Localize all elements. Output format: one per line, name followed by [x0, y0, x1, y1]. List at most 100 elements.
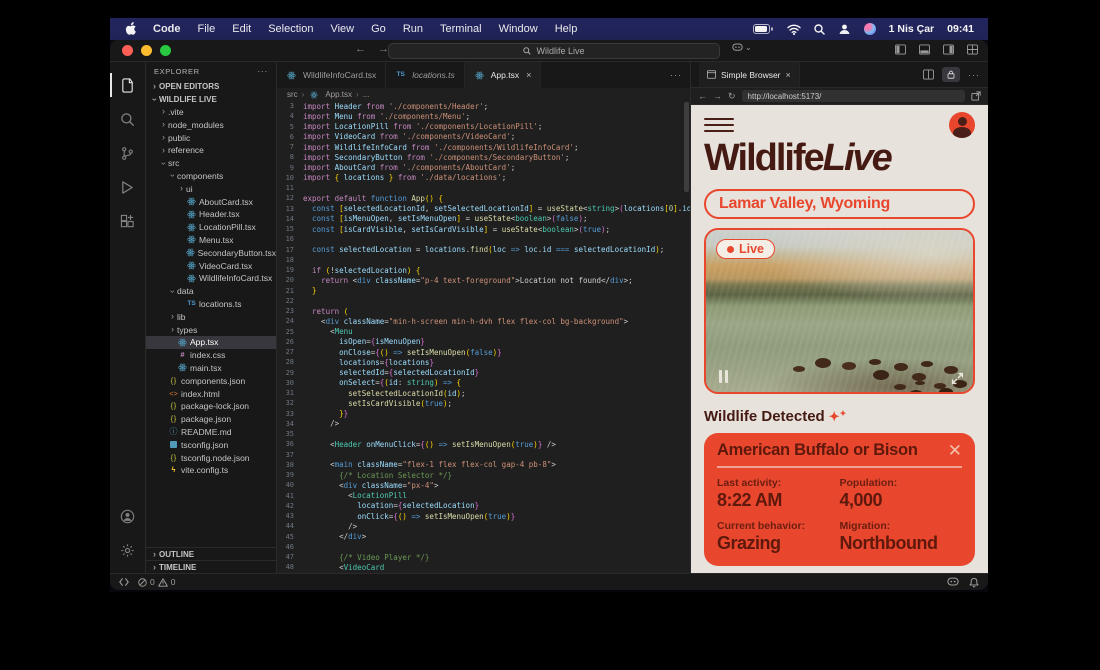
tree-item-secondarybutton-tsx[interactable]: SecondaryButton.tsx	[146, 246, 276, 259]
tree-item-index-css[interactable]: #index.css	[146, 349, 276, 362]
menubar-item-go[interactable]: Go	[371, 23, 386, 35]
tree-item-wildlife-live[interactable]: ›WILDLIFE LIVE	[146, 93, 276, 106]
wifi-icon[interactable]	[787, 24, 801, 35]
tree-item-public[interactable]: ›public	[146, 131, 276, 144]
tree-item-locationpill-tsx[interactable]: LocationPill.tsx	[146, 221, 276, 234]
settings-gear-icon[interactable]	[110, 533, 146, 567]
run-debug-icon[interactable]	[110, 170, 146, 204]
close-window-button[interactable]	[122, 45, 133, 56]
browser-back-icon[interactable]: ←	[698, 92, 707, 101]
apple-logo[interactable]	[124, 22, 136, 36]
tree-item-menu-tsx[interactable]: Menu.tsx	[146, 234, 276, 247]
tree-item-index-html[interactable]: <>index.html	[146, 387, 276, 400]
tree-item-src[interactable]: ›src	[146, 157, 276, 170]
toggle-secondary-sidebar-icon[interactable]	[943, 44, 954, 55]
tree-item-package-lock-json[interactable]: { }package-lock.json	[146, 400, 276, 413]
tree-item-wildlifeinfocard-tsx[interactable]: WildlifeInfoCard.tsx	[146, 272, 276, 285]
expand-icon[interactable]	[951, 372, 964, 385]
explorer-icon[interactable]	[110, 68, 146, 102]
zoom-window-button[interactable]	[160, 45, 171, 56]
tree-item-lib[interactable]: ›lib	[146, 310, 276, 323]
account-icon[interactable]	[110, 499, 146, 533]
tree-item-data[interactable]: ›data	[146, 285, 276, 298]
simple-browser-tab[interactable]: Simple Browser ×	[699, 62, 800, 87]
open-external-icon[interactable]	[971, 91, 981, 101]
explorer-more-actions-icon[interactable]: ···	[257, 66, 268, 76]
browser-forward-icon[interactable]: →	[713, 92, 722, 101]
editor-scrollbar[interactable]	[684, 102, 689, 192]
tree-item-header-tsx[interactable]: Header.tsx	[146, 208, 276, 221]
menubar-item-terminal[interactable]: Terminal	[440, 23, 482, 35]
close-tab-icon[interactable]: ×	[786, 70, 791, 80]
search-sidebar-icon[interactable]	[110, 102, 146, 136]
menubar-item-run[interactable]: Run	[403, 23, 423, 35]
tree-item-components-json[interactable]: { }components.json	[146, 374, 276, 387]
menubar-item-help[interactable]: Help	[555, 23, 578, 35]
tree-item-types[interactable]: ›types	[146, 323, 276, 336]
tree-item-reference[interactable]: ›reference	[146, 144, 276, 157]
outline-section[interactable]: ›OUTLINE	[146, 547, 276, 560]
source-control-icon[interactable]	[110, 136, 146, 170]
tree-item-vite-config-ts[interactable]: ϟvite.config.ts	[146, 464, 276, 477]
tree-item-locations-ts[interactable]: TSlocations.ts	[146, 298, 276, 311]
tree-item-package-json[interactable]: { }package.json	[146, 413, 276, 426]
code-line: 43 onClick={() => setIsMenuOpen(true)}	[277, 511, 690, 521]
menubar-item-view[interactable]: View	[330, 23, 354, 35]
chevron-icon: ›	[168, 171, 177, 180]
editor-tab-locations-ts[interactable]: TSlocations.ts	[386, 62, 465, 88]
siri-icon[interactable]	[864, 23, 876, 35]
editor-tab-wildlifeinfocard-tsx[interactable]: WildlifeInfoCard.tsx	[277, 62, 386, 88]
menubar-item-edit[interactable]: Edit	[232, 23, 251, 35]
minimize-window-button[interactable]	[141, 45, 152, 56]
copilot-menu-button[interactable]: ⌄	[732, 43, 752, 52]
tree-item-readme-md[interactable]: ⓘREADME.md	[146, 426, 276, 439]
menubar-item-selection[interactable]: Selection	[268, 23, 313, 35]
copilot-status-icon[interactable]	[947, 577, 959, 587]
toggle-primary-sidebar-icon[interactable]	[895, 44, 906, 55]
tree-item-open-editors[interactable]: ›OPEN EDITORS	[146, 80, 276, 93]
close-tab-icon[interactable]: ×	[526, 70, 531, 80]
split-editor-icon[interactable]	[923, 69, 934, 80]
tree-item-tsconfig-node-json[interactable]: { }tsconfig.node.json	[146, 451, 276, 464]
tree-item-app-tsx[interactable]: App.tsx	[146, 336, 276, 349]
lock-button[interactable]	[942, 67, 960, 82]
user-switch-icon[interactable]	[838, 24, 851, 35]
tree-item-aboutcard-tsx[interactable]: AboutCard.tsx	[146, 195, 276, 208]
tree-item--vite[interactable]: ›.vite	[146, 106, 276, 119]
url-input[interactable]: http://localhost:5173/	[742, 90, 965, 102]
editor-tab-app-tsx[interactable]: App.tsx×	[465, 62, 542, 88]
breadcrumb[interactable]: src› App.tsx› ...	[277, 88, 690, 101]
code-area[interactable]: 3import Header from './components/Header…	[277, 101, 690, 573]
menubar-item-window[interactable]: Window	[499, 23, 538, 35]
tree-item-components[interactable]: ›components	[146, 170, 276, 183]
command-center-search[interactable]: Wildlife Live	[388, 43, 720, 59]
video-card[interactable]: Live	[704, 228, 975, 394]
menubar-item-file[interactable]: File	[198, 23, 216, 35]
editor-more-actions-icon[interactable]: ···	[670, 70, 682, 80]
location-pill[interactable]: Lamar Valley, Wyoming	[704, 189, 975, 219]
tree-item-main-tsx[interactable]: main.tsx	[146, 362, 276, 375]
pause-icon[interactable]	[719, 370, 728, 383]
tree-item-tsconfig-json[interactable]: tsconfig.json	[146, 438, 276, 451]
toggle-panel-icon[interactable]	[919, 44, 930, 55]
customize-layout-icon[interactable]	[967, 44, 978, 55]
avatar[interactable]	[949, 112, 975, 138]
battery-icon[interactable]	[753, 24, 774, 35]
tree-item-ui[interactable]: ›ui	[146, 182, 276, 195]
tree-item-node-modules[interactable]: ›node_modules	[146, 118, 276, 131]
extensions-icon[interactable]	[110, 204, 146, 238]
remote-indicator[interactable]	[119, 577, 129, 587]
hamburger-menu-icon[interactable]	[704, 118, 734, 133]
problems-indicator[interactable]: 0 0	[138, 577, 175, 587]
reload-icon[interactable]: ↻	[728, 92, 736, 101]
browser-more-actions-icon[interactable]: ···	[968, 70, 980, 80]
spotlight-search-icon[interactable]	[814, 24, 825, 35]
code-line: 35	[277, 429, 690, 439]
code-line: 12export default function App() {	[277, 193, 690, 203]
timeline-section[interactable]: ›TIMELINE	[146, 560, 276, 573]
menubar-item-code[interactable]: Code	[153, 23, 181, 35]
bell-icon[interactable]	[969, 577, 979, 588]
tree-item-videocard-tsx[interactable]: VideoCard.tsx	[146, 259, 276, 272]
close-icon[interactable]: ✕	[948, 442, 962, 459]
history-back-icon[interactable]: ←	[355, 43, 366, 55]
